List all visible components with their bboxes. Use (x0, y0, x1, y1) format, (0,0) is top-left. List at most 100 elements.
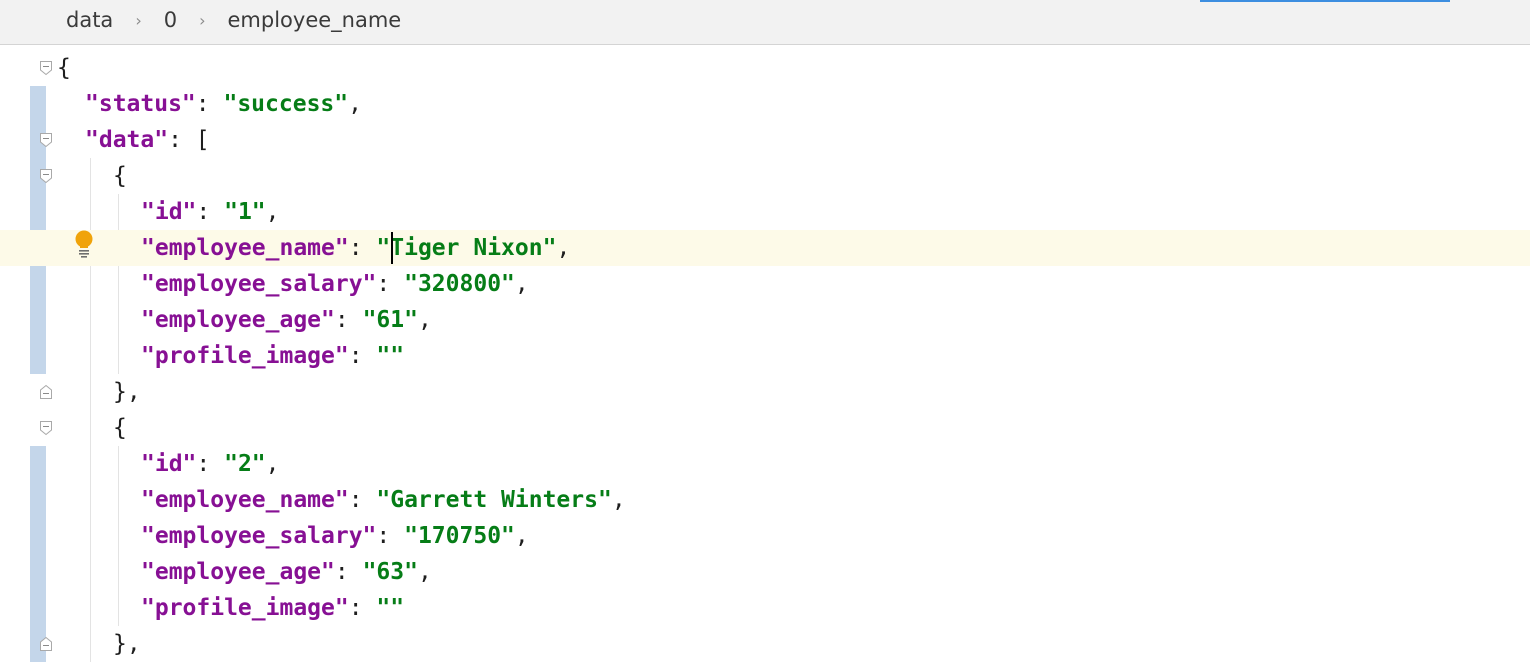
code-text: { (57, 52, 71, 84)
breadcrumb-item-data[interactable]: data (66, 8, 113, 32)
code-text: "data": [ (85, 124, 210, 156)
json-key: "data" (85, 127, 169, 153)
json-key: "id" (141, 451, 197, 477)
text-caret (391, 232, 394, 264)
json-punctuation: : (348, 595, 377, 621)
json-string: "success" (223, 91, 349, 117)
json-punctuation: { (57, 55, 71, 81)
json-key: "profile_image" (141, 595, 349, 621)
code-text: "id": "2", (141, 448, 280, 480)
chevron-right-icon: › (135, 10, 142, 30)
json-key: "employee_age" (141, 559, 335, 585)
code-line[interactable]: { (0, 158, 1530, 194)
code-line[interactable]: "status": "success", (0, 86, 1530, 122)
code-text: "employee_age": "63", (141, 556, 432, 588)
json-punctuation: , (348, 91, 362, 117)
code-line[interactable]: "profile_image": "" (0, 590, 1530, 626)
code-editor[interactable]: { "status": "success", "data": [ { "id": "1"… (0, 46, 1530, 662)
json-key: "employee_age" (141, 307, 335, 333)
fold-collapse-icon[interactable] (39, 132, 53, 148)
code-text: "employee_salary": "320800", (141, 268, 529, 300)
json-punctuation: : [ (168, 127, 210, 153)
code-text: }, (113, 376, 141, 408)
active-tab-indicator (1200, 0, 1450, 2)
json-punctuation: , (514, 271, 529, 297)
json-punctuation: : (376, 523, 405, 549)
code-line[interactable]: { (0, 50, 1530, 86)
code-line[interactable]: "employee_salary": "320800", (0, 266, 1530, 302)
json-punctuation: , (265, 199, 280, 225)
code-text: "employee_name": "Tiger Nixon", (141, 232, 570, 264)
code-line[interactable]: "data": [ (0, 122, 1530, 158)
code-line[interactable]: "employee_age": "61", (0, 302, 1530, 338)
json-punctuation: { (113, 163, 127, 189)
json-punctuation: }, (113, 379, 141, 405)
json-punctuation: { (113, 415, 127, 441)
fold-end-icon[interactable] (39, 384, 53, 400)
code-line[interactable]: "profile_image": "" (0, 338, 1530, 374)
json-punctuation: : (196, 451, 225, 477)
json-punctuation: , (417, 559, 432, 585)
json-string: "Garrett Winters" (376, 487, 612, 513)
json-string: "170750" (404, 523, 515, 549)
json-string: "Tiger Nixon" (376, 235, 557, 261)
fold-collapse-icon[interactable] (39, 60, 53, 76)
json-punctuation: : (195, 91, 224, 117)
code-text: "profile_image": "" (141, 340, 404, 372)
code-text: "status": "success", (85, 88, 362, 120)
json-string: "61" (362, 307, 418, 333)
breadcrumb-item-index[interactable]: 0 (164, 8, 177, 32)
code-text: { (113, 412, 127, 444)
fold-collapse-icon[interactable] (39, 168, 53, 184)
json-string: "1" (224, 199, 266, 225)
json-punctuation: : (376, 271, 405, 297)
json-key: "employee_salary" (141, 523, 377, 549)
lightbulb-icon[interactable] (70, 230, 98, 262)
code-text: "employee_salary": "170750", (141, 520, 529, 552)
json-string: "63" (362, 559, 418, 585)
json-string: "2" (224, 451, 266, 477)
json-punctuation: , (611, 487, 626, 513)
chevron-right-icon: › (199, 10, 206, 30)
json-punctuation: : (334, 307, 363, 333)
json-punctuation: : (348, 343, 377, 369)
json-key: "profile_image" (141, 343, 349, 369)
code-text: "profile_image": "" (141, 592, 404, 624)
json-punctuation: , (417, 307, 432, 333)
breadcrumb: data › 0 › employee_name (66, 8, 401, 32)
json-punctuation: : (196, 199, 225, 225)
json-key: "employee_name" (141, 235, 349, 261)
json-string: "320800" (404, 271, 515, 297)
code-text: "employee_age": "61", (141, 304, 432, 336)
breadcrumb-item-employee-name[interactable]: employee_name (228, 8, 402, 32)
json-string: "" (376, 343, 405, 369)
code-line[interactable]: "employee_age": "63", (0, 554, 1530, 590)
json-key: "employee_name" (141, 487, 349, 513)
json-punctuation: : (348, 235, 377, 261)
code-line[interactable]: { (0, 410, 1530, 446)
breadcrumb-bar: data › 0 › employee_name (0, 0, 1530, 45)
json-key: "status" (85, 91, 196, 117)
json-key: "employee_salary" (141, 271, 377, 297)
code-line[interactable]: "id": "2", (0, 446, 1530, 482)
code-text: "id": "1", (141, 196, 280, 228)
code-line[interactable]: }, (0, 626, 1530, 662)
code-text: { (113, 160, 127, 192)
json-punctuation: : (334, 559, 363, 585)
code-line[interactable]: "employee_salary": "170750", (0, 518, 1530, 554)
code-line[interactable]: "id": "1", (0, 194, 1530, 230)
json-string: "" (376, 595, 405, 621)
json-punctuation: , (265, 451, 280, 477)
code-line-current[interactable]: "employee_name": "Tiger Nixon", (0, 230, 1530, 266)
code-text: }, (113, 628, 141, 660)
code-text: "employee_name": "Garrett Winters", (141, 484, 626, 516)
code-line[interactable]: "employee_name": "Garrett Winters", (0, 482, 1530, 518)
json-punctuation: , (556, 235, 571, 261)
code-line[interactable]: }, (0, 374, 1530, 410)
fold-end-icon[interactable] (39, 636, 53, 652)
fold-collapse-icon[interactable] (39, 420, 53, 436)
json-key: "id" (141, 199, 197, 225)
json-punctuation: }, (113, 631, 141, 657)
json-punctuation: , (514, 523, 529, 549)
json-punctuation: : (348, 487, 377, 513)
